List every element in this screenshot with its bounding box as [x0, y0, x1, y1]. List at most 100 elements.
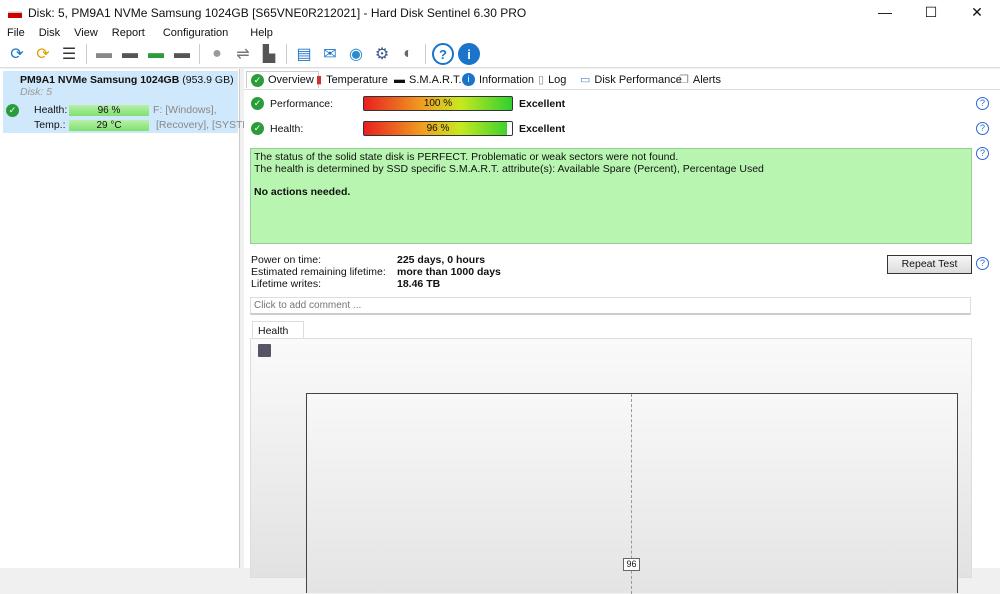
disk-number: Disk: 5 — [20, 86, 53, 98]
check-icon: ✓ — [251, 73, 264, 87]
settings-icon[interactable]: ⚙ — [371, 43, 393, 65]
minimize-button[interactable]: — — [862, 0, 908, 25]
disk-schedule-icon[interactable]: ▬ — [119, 43, 141, 65]
usb-icon[interactable]: ⇌ — [232, 43, 254, 65]
close-button[interactable]: ✕ — [954, 0, 1000, 25]
health-label: Health: — [34, 104, 68, 116]
tab-label: S.M.A.R.T. — [409, 73, 462, 86]
power-on-label: Power on time: — [251, 254, 322, 266]
tab-label: Log — [548, 73, 567, 86]
tab-overview[interactable]: ✓ Overview — [246, 71, 319, 88]
info-icon: i — [462, 73, 475, 86]
performance-ok-icon: ✓ — [251, 97, 264, 110]
tab-health-chart[interactable]: Health (%) — [252, 321, 304, 349]
health-ok-icon: ✓ — [251, 122, 264, 135]
menu-help[interactable]: Help — [243, 25, 280, 41]
writes-value: 18.46 TB — [397, 278, 441, 290]
disk-surface-icon[interactable]: ▬ — [93, 43, 115, 65]
menu-bar: File Disk View Report Configuration Help — [0, 25, 1000, 41]
refresh-warning-icon[interactable]: ⟳ — [32, 43, 54, 65]
tab-log[interactable]: ▯ Log — [534, 71, 570, 88]
maximize-button[interactable]: ☐ — [908, 0, 954, 25]
health-value: 96 % — [69, 105, 149, 116]
volume-list: F: [Windows], — [153, 104, 217, 116]
toolbar-separator — [425, 44, 426, 64]
app-icon — [8, 7, 22, 18]
health-rating: Excellent — [519, 123, 566, 135]
window-title: Disk: 5, PM9A1 NVMe Samsung 1024GB [S65V… — [28, 5, 527, 20]
tab-alerts[interactable]: ❐ Alerts — [675, 71, 725, 88]
help-icon[interactable]: ? — [976, 97, 989, 110]
menu-file[interactable]: File — [0, 25, 32, 41]
menu-configuration[interactable]: Configuration — [156, 25, 235, 41]
toolbar: ⟳ ⟳ ☰ ▬ ▬ ▬ ▬ ● ⇌ ▙ ▤ ✉ ◉ ⚙ ◐? i — [0, 41, 1000, 68]
tab-smart[interactable]: ▬ S.M.A.R.T. — [390, 71, 466, 88]
disk-size: (953.9 GB) — [182, 74, 234, 86]
disk-entry[interactable]: PM9A1 NVMe Samsung 1024GB (953.9 GB) Dis… — [3, 71, 258, 133]
temp-label: Temp.: — [34, 119, 66, 131]
help-icon[interactable]: ? — [976, 122, 989, 135]
toolbar-separator — [86, 44, 87, 64]
toolbar-separator — [286, 44, 287, 64]
status-text: The status of the solid state disk is PE… — [254, 151, 679, 163]
main-panel: ✓ Overview ▮ Temperature ▬ S.M.A.R.T. i Info… — [244, 69, 1000, 594]
status-message: The status of the solid state disk is PE… — [250, 148, 972, 244]
health-bar: 96 % — [363, 121, 513, 136]
disk-name: PM9A1 NVMe Samsung 1024GB — [20, 74, 180, 86]
power-on-value: 225 days, 0 hours — [397, 254, 486, 266]
writes-label: Lifetime writes: — [251, 278, 322, 290]
disk-list-icon[interactable]: ☰ — [58, 43, 80, 65]
data-label: 96 — [623, 558, 640, 571]
disk-ok-icon[interactable]: ▬ — [145, 43, 167, 65]
tab-information[interactable]: i Information — [458, 71, 538, 88]
alerts-icon: ❐ — [679, 74, 689, 86]
status-action: No actions needed. — [254, 186, 351, 198]
remaining-label: Estimated remaining lifetime: — [251, 266, 386, 278]
tab-label: Alerts — [692, 73, 721, 86]
disk-search-icon[interactable]: ▬ — [171, 43, 193, 65]
info-icon[interactable]: i — [458, 43, 480, 65]
mail-icon[interactable]: ✉ — [319, 43, 341, 65]
menu-report[interactable]: Report — [105, 25, 152, 41]
health-chart-panel: 96 — [250, 338, 972, 594]
menu-view[interactable]: View — [67, 25, 105, 41]
health-label: Health: — [270, 123, 304, 135]
tab-label: Information — [479, 73, 535, 86]
health-value: 96 % — [426, 123, 450, 134]
tab-disk-performance[interactable]: ▭ Disk Performance — [576, 71, 686, 88]
backup-icon[interactable]: ▙ — [258, 43, 280, 65]
menu-disk[interactable]: Disk — [32, 25, 67, 41]
refresh-icon[interactable]: ⟳ — [6, 43, 28, 65]
network-icon[interactable]: ◉ — [345, 43, 367, 65]
document-icon: ▯ — [538, 74, 545, 86]
performance-bar: 100 % — [363, 96, 513, 111]
report-icon[interactable]: ▤ — [293, 43, 315, 65]
remaining-value: more than 1000 days — [397, 266, 501, 278]
repeat-test-button[interactable]: Repeat Test — [887, 255, 972, 274]
sound-icon[interactable]: ◐ — [397, 43, 419, 65]
chart-frame: 96 — [306, 393, 958, 594]
performance-label: Performance: — [270, 98, 334, 110]
toolbar-separator — [199, 44, 200, 64]
tab-label: Disk Performance — [594, 73, 682, 86]
help-icon[interactable]: ? — [976, 147, 989, 160]
temp-value: 29 °C — [69, 120, 149, 131]
performance-rating: Excellent — [519, 98, 566, 110]
help-icon[interactable]: ? — [432, 43, 454, 65]
volume-list-2: [Recovery], [SYSTEM — [156, 119, 259, 131]
tab-label: Temperature — [326, 73, 388, 86]
chart-icon: ▭ — [580, 74, 591, 86]
tab-label: Overview — [268, 74, 314, 86]
smart-icon: ▬ — [394, 73, 405, 86]
thermometer-icon: ▮ — [316, 74, 323, 86]
performance-value: 100 % — [423, 98, 453, 109]
health-ok-icon: ✓ — [6, 104, 19, 117]
disk-list-panel: PM9A1 NVMe Samsung 1024GB (953.9 GB) Dis… — [0, 69, 258, 568]
save-icon[interactable] — [258, 344, 271, 357]
comment-input[interactable] — [250, 297, 971, 315]
status-detail: The health is determined by SSD specific… — [254, 163, 764, 175]
tab-temperature[interactable]: ▮ Temperature — [312, 71, 392, 88]
help-icon[interactable]: ? — [976, 257, 989, 270]
disk-drive-icon[interactable]: ● — [206, 43, 228, 65]
title-bar: Disk: 5, PM9A1 NVMe Samsung 1024GB [S65V… — [0, 0, 1000, 25]
